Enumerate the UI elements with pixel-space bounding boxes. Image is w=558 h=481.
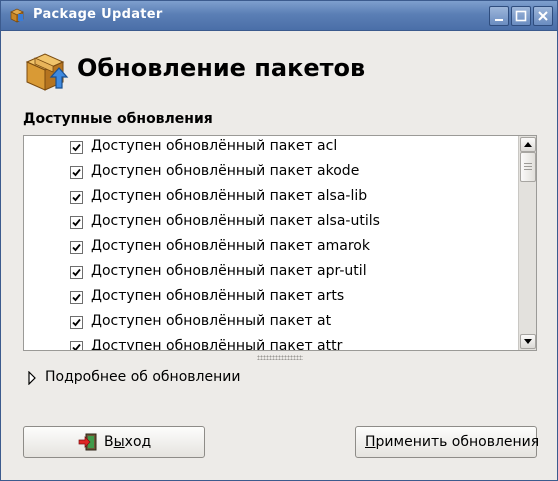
update-item-label: Доступен обновлённый пакет apr-util	[91, 263, 367, 279]
maximize-icon	[515, 10, 527, 22]
checkmark-icon	[72, 193, 81, 202]
update-checkbox[interactable]	[70, 291, 83, 304]
list-item[interactable]: Доступен обновлённый пакет arts	[24, 286, 518, 311]
scrollbar-thumb[interactable]	[520, 152, 536, 182]
page-title: Обновление пакетов	[77, 54, 366, 82]
arrow-down-icon	[524, 339, 532, 344]
checkmark-icon	[72, 343, 81, 350]
updates-list[interactable]: Доступен обновлённый пакет acl Доступен о…	[23, 135, 537, 351]
mnemonic-letter: Д	[23, 111, 36, 127]
update-item-label: Доступен обновлённый пакет amarok	[91, 238, 370, 254]
checkmark-icon	[72, 318, 81, 327]
list-item[interactable]: Доступен обновлённый пакет apr-util	[24, 261, 518, 286]
update-item-label: Доступен обновлённый пакет alsa-lib	[91, 188, 368, 204]
checkmark-icon	[72, 218, 81, 227]
minimize-icon	[495, 19, 503, 21]
update-checkbox[interactable]	[70, 341, 83, 350]
scroll-up-button[interactable]	[520, 137, 536, 152]
close-icon	[538, 11, 548, 21]
apply-updates-button[interactable]: Применить обновления	[355, 426, 540, 458]
package-icon	[10, 8, 24, 23]
update-checkbox[interactable]	[70, 141, 83, 154]
details-label: Подробнее об обновлении	[45, 369, 241, 385]
expander-arrow-icon	[28, 371, 36, 385]
package-update-icon	[25, 53, 69, 91]
checkmark-icon	[72, 243, 81, 252]
update-checkbox[interactable]	[70, 316, 83, 329]
update-checkbox[interactable]	[70, 266, 83, 279]
window-title: Package Updater	[33, 7, 163, 22]
list-item[interactable]: Доступен обновлённый пакет at	[24, 311, 518, 336]
checkmark-icon	[72, 293, 81, 302]
apply-button-label: Применить обновления	[365, 434, 540, 450]
list-item[interactable]: Доступен обновлённый пакет alsa-lib	[24, 186, 518, 211]
update-item-label: Доступен обновлённый пакет acl	[91, 138, 338, 154]
vertical-scrollbar[interactable]	[518, 136, 536, 350]
close-window-button[interactable]	[533, 6, 553, 26]
checkmark-icon	[72, 168, 81, 177]
list-item[interactable]: Доступен обновлённый пакет acl	[24, 136, 518, 161]
update-item-label: Доступен обновлённый пакет akode	[91, 163, 360, 179]
update-item-label: Доступен обновлённый пакет alsa-utils	[91, 213, 380, 229]
minimize-button[interactable]	[489, 6, 509, 26]
package-updater-window: Package Updater Обновление пакетов Досту…	[0, 0, 558, 481]
pane-resize-handle[interactable]	[257, 355, 303, 360]
exit-icon	[78, 433, 97, 451]
checkmark-icon	[72, 143, 81, 152]
label-text: оступные обновления	[35, 111, 213, 127]
scroll-down-button[interactable]	[520, 334, 536, 349]
maximize-button[interactable]	[511, 6, 531, 26]
update-checkbox[interactable]	[70, 166, 83, 179]
list-item[interactable]: Доступен обновлённый пакет amarok	[24, 236, 518, 261]
list-item[interactable]: Доступен обновлённый пакет attr	[24, 336, 518, 351]
update-checkbox[interactable]	[70, 191, 83, 204]
update-item-label: Доступен обновлённый пакет attr	[91, 338, 343, 351]
checkmark-icon	[72, 268, 81, 277]
update-item-label: Доступен обновлённый пакет arts	[91, 288, 345, 304]
title-bar[interactable]: Package Updater	[1, 1, 557, 31]
update-checkbox[interactable]	[70, 241, 83, 254]
available-updates-label: Доступные обновления	[23, 111, 213, 127]
updates-rows: Доступен обновлённый пакет acl Доступен о…	[24, 136, 518, 351]
list-item[interactable]: Доступен обновлённый пакет alsa-utils	[24, 211, 518, 236]
arrow-up-icon	[524, 142, 532, 147]
update-item-label: Доступен обновлённый пакет at	[91, 313, 332, 329]
exit-button[interactable]: Выход	[23, 426, 205, 458]
exit-button-label: Выход	[104, 434, 152, 450]
list-item[interactable]: Доступен обновлённый пакет akode	[24, 161, 518, 186]
update-checkbox[interactable]	[70, 216, 83, 229]
